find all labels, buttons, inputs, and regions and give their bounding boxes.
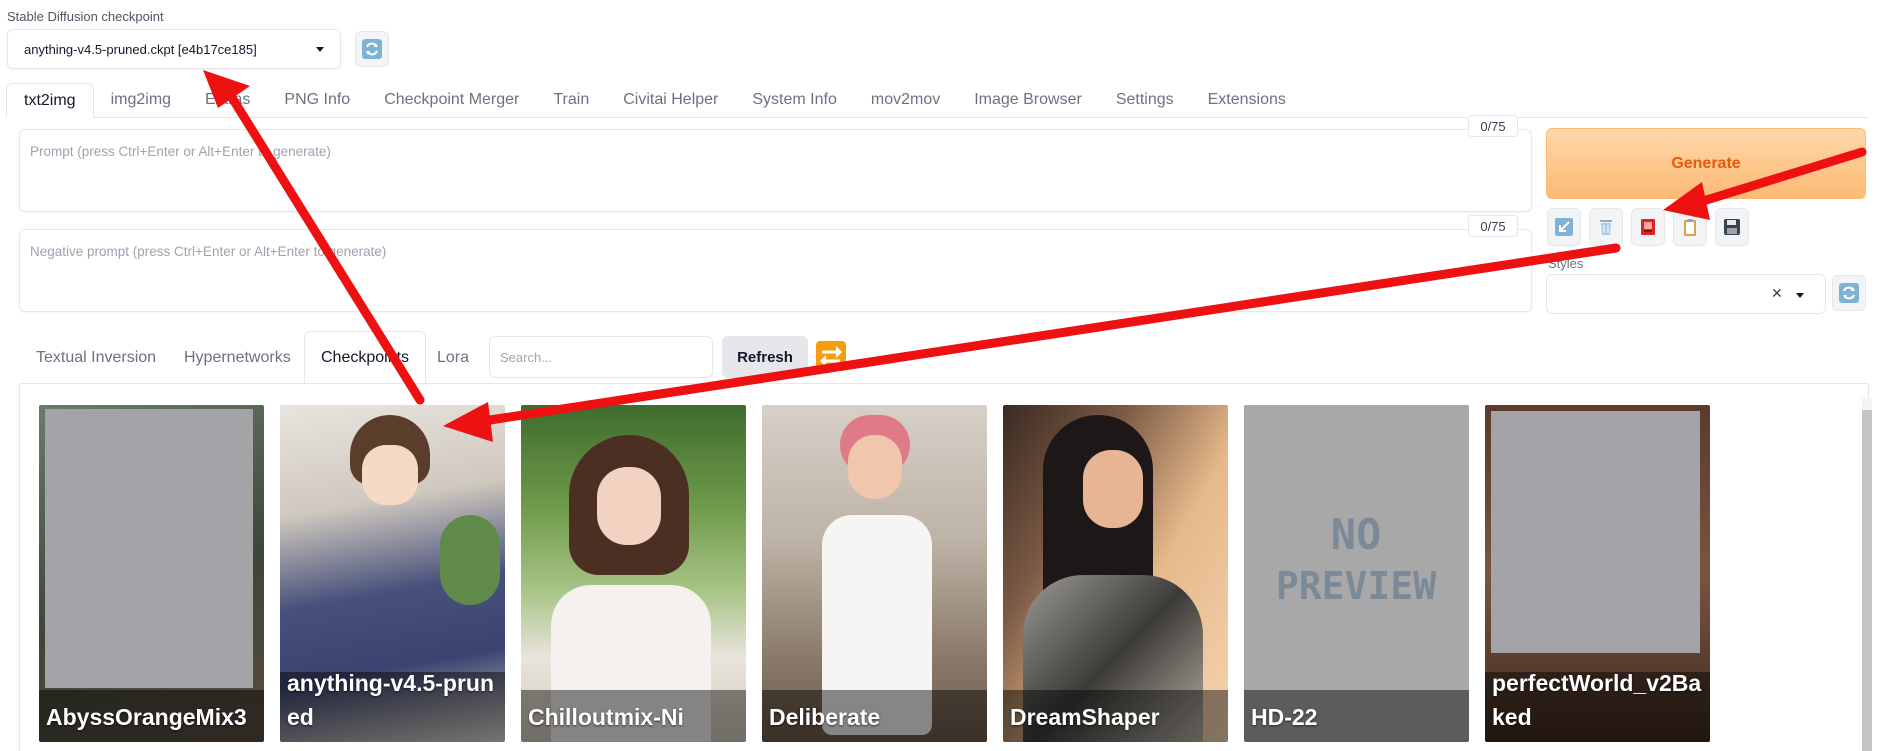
gallery-scrollbar-thumb[interactable] xyxy=(1862,410,1872,751)
checkpoint-dropdown[interactable]: anything-v4.5-pruned.ckpt [e4b17ce185] xyxy=(7,29,341,69)
negative-prompt-input[interactable]: Negative prompt (press Ctrl+Enter or Alt… xyxy=(19,229,1532,312)
card-hd-22[interactable]: NO PREVIEW HD-22 xyxy=(1244,405,1469,742)
card-name: AbyssOrangeMix3 xyxy=(46,704,247,730)
chevron-down-icon xyxy=(316,46,324,52)
tab-extensions[interactable]: Extensions xyxy=(1191,82,1303,117)
refresh-checkpoint-button[interactable] xyxy=(355,31,389,67)
subtab-checkpoints[interactable]: Checkpoints xyxy=(304,331,427,384)
tab-png-info[interactable]: PNG Info xyxy=(267,82,367,117)
card-perfectworld-v2baked[interactable]: perfectWorld_v2Baked xyxy=(1485,405,1710,742)
card-name: perfectWorld_v2Baked xyxy=(1492,670,1702,730)
negative-prompt-token-counter: 0/75 xyxy=(1468,215,1518,237)
tab-checkpoint-merger[interactable]: Checkpoint Merger xyxy=(367,82,536,117)
apply-style-button[interactable] xyxy=(1673,208,1707,246)
svg-text:NO: NO xyxy=(1331,510,1382,559)
tab-system-info[interactable]: System Info xyxy=(735,82,853,117)
negative-prompt-placeholder: Negative prompt (press Ctrl+Enter or Alt… xyxy=(30,244,387,259)
save-style-button[interactable] xyxy=(1715,208,1749,246)
subtab-textual-inversion[interactable]: Textual Inversion xyxy=(36,331,156,384)
card-name: Chilloutmix-Ni xyxy=(528,704,684,730)
generate-button[interactable]: Generate xyxy=(1546,128,1866,199)
checkpoint-value: anything-v4.5-pruned.ckpt [e4b17ce185] xyxy=(24,41,257,57)
swap-arrows-icon xyxy=(816,341,846,371)
card-name: DreamShaper xyxy=(1010,704,1160,730)
checkpoint-label: Stable Diffusion checkpoint xyxy=(7,9,164,24)
arrow-down-left-icon xyxy=(1555,218,1573,236)
tab-txt2img[interactable]: txt2img xyxy=(6,83,94,118)
extra-networks-button[interactable] xyxy=(1631,208,1665,246)
svg-text:PREVIEW: PREVIEW xyxy=(1276,564,1436,608)
clipboard-icon xyxy=(1684,219,1696,236)
card-name: Deliberate xyxy=(769,704,881,730)
card-dreamshaper[interactable]: DreamShaper xyxy=(1003,405,1228,742)
refresh-styles-button[interactable] xyxy=(1832,275,1866,311)
plant xyxy=(440,515,500,605)
card-chilloutmix-ni[interactable]: Chilloutmix-Ni xyxy=(521,405,746,742)
tab-img2img[interactable]: img2img xyxy=(94,82,188,117)
refresh-icon xyxy=(362,39,382,59)
tab-image-browser[interactable]: Image Browser xyxy=(957,82,1099,117)
styles-label: Styles xyxy=(1548,256,1584,271)
webui-root: Stable Diffusion checkpoint anything-v4.… xyxy=(0,0,1884,751)
card-name: HD-22 xyxy=(1251,704,1318,730)
card-abyssorangemix3[interactable]: AbyssOrangeMix3 xyxy=(39,405,264,742)
card-anything-v4-5-pruned[interactable]: anything-v4.5-pruned xyxy=(280,405,505,742)
checkpoint-cards-gallery: AbyssOrangeMix3 anything-v4.5-pruned Chi… xyxy=(19,383,1872,751)
subtab-lora[interactable]: Lora xyxy=(437,331,469,384)
trash-icon xyxy=(1600,220,1612,235)
tab-settings[interactable]: Settings xyxy=(1099,82,1191,117)
redacted-thumbnail xyxy=(1491,411,1700,653)
character-face xyxy=(362,445,418,505)
clear-prompt-button[interactable] xyxy=(1589,208,1623,246)
card-deliberate[interactable]: Deliberate xyxy=(762,405,987,742)
styles-dropdown[interactable]: ✕ xyxy=(1546,274,1826,314)
character-face xyxy=(1083,450,1143,528)
main-tabs: txt2img img2img Extras PNG Info Checkpoi… xyxy=(6,83,1868,118)
prompt-placeholder: Prompt (press Ctrl+Enter or Alt+Enter to… xyxy=(30,144,331,159)
prompt-input[interactable]: Prompt (press Ctrl+Enter or Alt+Enter to… xyxy=(19,129,1532,212)
tab-mov2mov[interactable]: mov2mov xyxy=(854,82,957,117)
tab-train[interactable]: Train xyxy=(536,82,606,117)
network-search-input[interactable] xyxy=(489,336,713,378)
prompt-token-counter: 0/75 xyxy=(1468,115,1518,137)
redacted-thumbnail xyxy=(45,409,253,688)
picture-card-icon xyxy=(1641,219,1655,235)
character-face xyxy=(597,467,661,545)
character-face xyxy=(848,435,902,499)
refresh-networks-button[interactable]: Refresh xyxy=(722,336,808,378)
close-networks-button[interactable] xyxy=(815,340,847,377)
subtab-hypernetworks[interactable]: Hypernetworks xyxy=(184,331,291,384)
clear-icon[interactable]: ✕ xyxy=(1771,285,1783,302)
read-params-button[interactable] xyxy=(1547,208,1581,246)
refresh-icon xyxy=(1839,283,1859,303)
tab-extras[interactable]: Extras xyxy=(188,82,267,117)
tab-civitai-helper[interactable]: Civitai Helper xyxy=(606,82,735,117)
card-name: anything-v4.5-pruned xyxy=(287,670,495,730)
floppy-disk-icon xyxy=(1724,219,1740,235)
chevron-down-icon xyxy=(1796,293,1804,298)
